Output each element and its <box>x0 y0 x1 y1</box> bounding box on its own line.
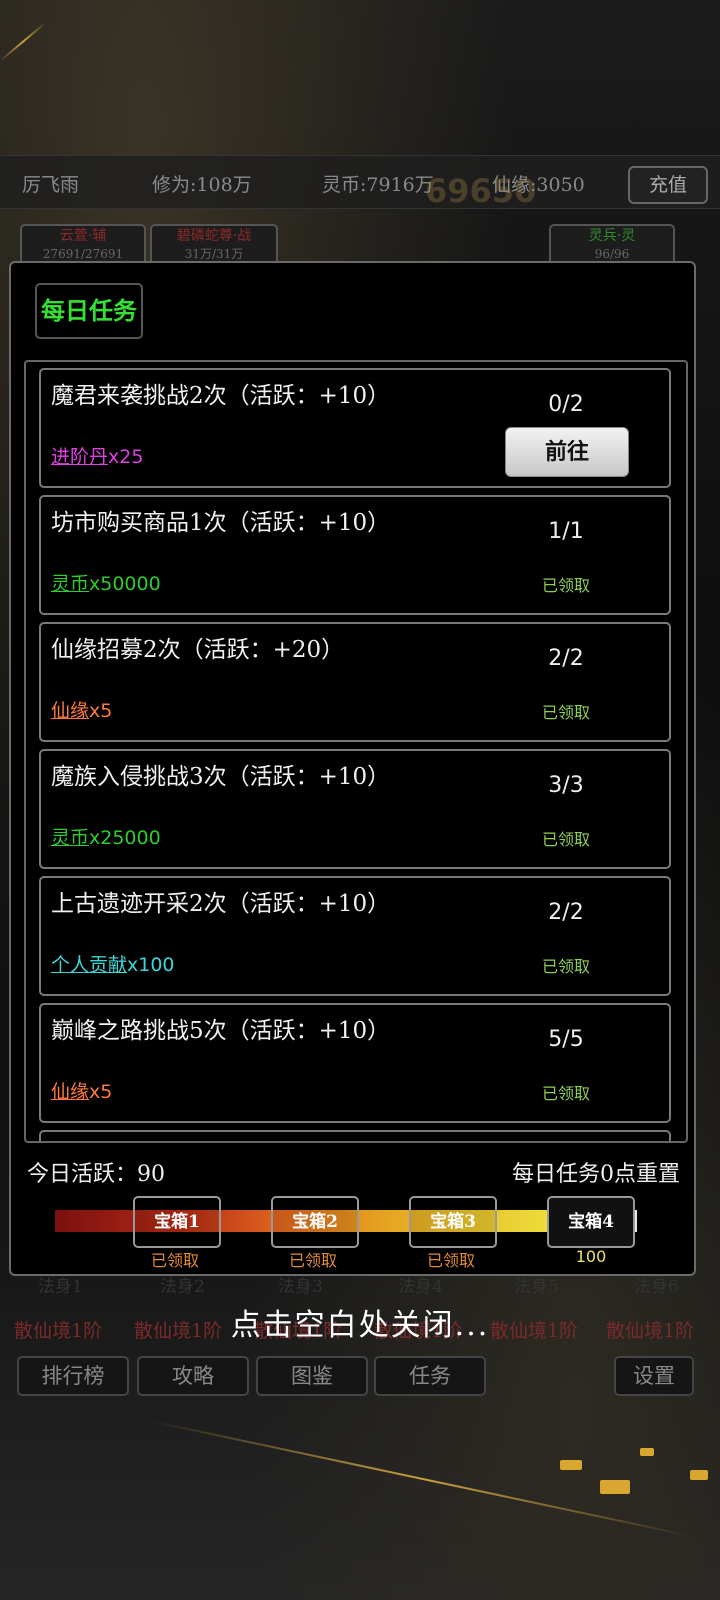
claimed-status: 已领取 <box>541 703 590 722</box>
task-progress: 3/3 <box>548 773 584 798</box>
close-hint[interactable]: 点击空白处关闭... <box>0 1300 720 1344</box>
tasks-button[interactable]: 任务 <box>374 1356 486 1396</box>
task-name: 魔君来袭挑战2次（活跃：+10） <box>51 383 391 409</box>
task-list[interactable]: 魔君来袭挑战2次（活跃：+10） 进阶丹x25 0/2 前往 坊市购买商品1次（… <box>24 360 688 1143</box>
task-reward[interactable]: 仙缘x5 <box>51 696 112 723</box>
chest-threshold: 100 <box>575 1247 607 1266</box>
claimed-status: 已领取 <box>541 830 590 849</box>
reward-name: 个人贡献 <box>51 954 128 976</box>
hero-name: 碧磷蛇尊·战 <box>176 228 252 244</box>
decor-gold-fleck <box>640 1448 654 1456</box>
decor-gold-fleck <box>560 1460 582 1470</box>
modal-title: 每日任务 <box>35 283 143 339</box>
daily-tasks-modal: 每日任务 魔君来袭挑战2次（活跃：+10） 进阶丹x25 0/2 前往 坊市购买… <box>9 261 696 1276</box>
task-name: 魔族入侵挑战3次（活跃：+10） <box>51 764 391 790</box>
goto-button[interactable]: 前往 <box>505 427 629 477</box>
chest-status: 已领取 <box>288 1251 337 1270</box>
spirit-coin-value: 灵币:7916万 <box>322 174 434 196</box>
status-bar: 厉飞雨 修为:108万 灵币:7916万 仙缘:3050 <box>0 155 720 209</box>
player-name: 厉飞雨 <box>22 174 80 196</box>
task-progress: 2/2 <box>548 900 584 925</box>
task-item: 上古遗迹开采2次（活跃：+10） 个人贡献x100 2/2 已领取 <box>39 876 671 996</box>
reward-name: 进阶丹 <box>51 446 109 468</box>
task-reward[interactable]: 灵币x25000 <box>51 823 161 850</box>
reward-name: 灵币 <box>51 827 90 849</box>
hero-hp: 96/96 <box>594 247 630 261</box>
reward-qty: x5 <box>89 1081 113 1103</box>
task-reward[interactable]: 仙缘x5 <box>51 1077 112 1104</box>
task-name: 上古遗迹开采2次（活跃：+10） <box>51 891 391 917</box>
cultivation-value: 修为:108万 <box>152 174 252 196</box>
reward-name: 灵币 <box>51 573 90 595</box>
task-progress: 5/5 <box>548 1027 584 1052</box>
hero-hp: 31万/31万 <box>184 247 244 261</box>
reward-name: 仙缘 <box>51 1081 90 1103</box>
claimed-status: 已领取 <box>541 957 590 976</box>
chest-4-button[interactable]: 宝箱4 <box>547 1196 635 1248</box>
chest-2-button[interactable]: 宝箱2 <box>271 1196 359 1248</box>
combat-power: 69650 <box>425 172 537 210</box>
reward-qty: x25000 <box>89 827 161 849</box>
task-reward[interactable]: 灵币x50000 <box>51 569 161 596</box>
hero-name: 云萱·辅 <box>59 228 107 244</box>
reward-qty: x5 <box>89 700 113 722</box>
chest-status: 已领取 <box>426 1251 475 1270</box>
recharge-button[interactable]: 充值 <box>628 166 708 204</box>
decor-gold-fleck <box>690 1470 708 1480</box>
reward-qty: x25 <box>108 446 144 468</box>
task-progress: 0/2 <box>548 392 584 417</box>
task-progress: 2/2 <box>548 646 584 671</box>
task-item: 魔族入侵挑战3次（活跃：+10） 灵币x25000 3/3 已领取 <box>39 749 671 869</box>
task-reward[interactable]: 个人贡献x100 <box>51 950 175 977</box>
task-item: 巅峰之路挑战5次（活跃：+10） 仙缘x5 5/5 已领取 <box>39 1003 671 1123</box>
task-item <box>39 1130 671 1141</box>
hero-name: 灵兵·灵 <box>588 228 636 244</box>
ranking-button[interactable]: 排行榜 <box>17 1356 129 1396</box>
decor-gold-fleck <box>600 1480 630 1494</box>
task-item: 仙缘招募2次（活跃：+20） 仙缘x5 2/2 已领取 <box>39 622 671 742</box>
claimed-status: 已领取 <box>541 576 590 595</box>
chest-status: 已领取 <box>150 1251 199 1270</box>
codex-button[interactable]: 图鉴 <box>256 1356 368 1396</box>
task-name: 仙缘招募2次（活跃：+20） <box>51 637 345 663</box>
task-name: 巅峰之路挑战5次（活跃：+10） <box>51 1018 391 1044</box>
task-progress: 1/1 <box>548 519 584 544</box>
reset-time-label: 每日任务0点重置 <box>512 1162 680 1187</box>
guide-button[interactable]: 攻略 <box>137 1356 249 1396</box>
claimed-status: 已领取 <box>541 1084 590 1103</box>
reward-qty: x50000 <box>89 573 161 595</box>
settings-button[interactable]: 设置 <box>614 1356 694 1396</box>
reward-name: 仙缘 <box>51 700 90 722</box>
chest-3-button[interactable]: 宝箱3 <box>409 1196 497 1248</box>
task-item: 魔君来袭挑战2次（活跃：+10） 进阶丹x25 0/2 前往 <box>39 368 671 488</box>
daily-activity-label: 今日活跃：90 <box>27 1162 165 1187</box>
chest-1-button[interactable]: 宝箱1 <box>133 1196 221 1248</box>
task-item: 坊市购买商品1次（活跃：+10） 灵币x50000 1/1 已领取 <box>39 495 671 615</box>
hero-hp: 27691/27691 <box>42 247 124 261</box>
task-reward[interactable]: 进阶丹x25 <box>51 442 143 469</box>
reward-qty: x100 <box>127 954 175 976</box>
task-name: 坊市购买商品1次（活跃：+10） <box>51 510 391 536</box>
